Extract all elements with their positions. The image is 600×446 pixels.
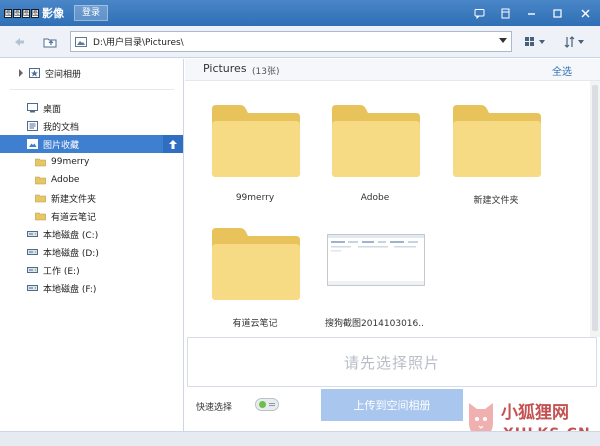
item-label: 新建文件夹: [473, 196, 519, 206]
grid-view-icon: [525, 37, 545, 46]
window-controls: [466, 0, 600, 26]
collapse-up-button[interactable]: [163, 135, 183, 153]
sidebar-item-label: 本地磁盘 (D:): [43, 248, 99, 259]
minimize-icon[interactable]: [518, 0, 544, 26]
up-arrow-icon: [169, 139, 177, 149]
logo-boxes: 图 图 图 图: [4, 8, 39, 18]
folder-icon: [212, 228, 300, 300]
quick-select-label: 快速选择: [196, 403, 233, 413]
screenshot-preview-icon: [328, 235, 424, 285]
app-logo: 图 图 图 图 影像: [4, 5, 64, 21]
folder-header: Pictures (13张) 全选: [185, 59, 600, 81]
path-input[interactable]: D:\用户目录\Pictures\: [70, 31, 512, 52]
toggle-grip-icon: [269, 403, 275, 406]
sidebar-item-label: Adobe: [51, 175, 80, 185]
item-label: 99merry: [235, 193, 275, 203]
folder-icon: [35, 194, 46, 203]
image-folder-icon: [75, 36, 87, 47]
title-bar: 图 图 图 图 影像 登录: [0, 0, 600, 26]
sidebar-item-label: 工作 (E:): [43, 266, 80, 277]
chat-icon[interactable]: [466, 0, 492, 26]
logo-box: 图: [31, 8, 39, 18]
sidebar-item-label: 99merry: [51, 157, 90, 167]
folder-item-adobe[interactable]: Adobe: [325, 103, 425, 223]
sidebar-item-drive-c[interactable]: 本地磁盘 (C:): [0, 225, 183, 243]
login-button[interactable]: 登录: [74, 5, 109, 21]
back-arrow-icon[interactable]: [12, 35, 26, 49]
image-thumbnail: [327, 234, 425, 286]
drive-icon: [27, 249, 38, 255]
folder-icon: [35, 212, 46, 221]
sidebar-divider: [10, 89, 174, 90]
folder-icon: [35, 176, 46, 185]
sidebar-item-pictures[interactable]: 图片收藏: [0, 135, 183, 153]
sidebar-item-label: 新建文件夹: [51, 194, 97, 205]
sidebar-item-desktop[interactable]: 桌面: [0, 99, 183, 117]
up-folder-icon[interactable]: [42, 34, 58, 50]
drop-hint: 请先选择照片: [343, 353, 440, 372]
folder-item-youdao[interactable]: 有道云笔记: [205, 226, 305, 346]
sidebar-item-label: 我的文档: [43, 122, 80, 133]
folder-title: Pictures: [203, 62, 247, 75]
upload-button[interactable]: 上传到空间相册: [321, 389, 463, 421]
view-mode-button[interactable]: [524, 35, 548, 49]
dropdown-arrow-icon[interactable]: [499, 38, 507, 44]
folder-icon: [332, 105, 420, 177]
sidebar-item-99merry[interactable]: 99merry: [0, 153, 183, 171]
skin-icon[interactable]: [492, 0, 518, 26]
select-all-link[interactable]: 全选: [552, 63, 572, 78]
app-title: 影像: [42, 7, 64, 20]
sidebar-item-new-folder[interactable]: 新建文件夹: [0, 189, 183, 207]
drive-icon: [27, 231, 38, 237]
photo-count: (13张): [252, 67, 280, 77]
logo-box: 图: [13, 8, 21, 18]
sidebar-item-drive-e[interactable]: 工作 (E:): [0, 261, 183, 279]
folder-icon: [453, 105, 541, 177]
item-label: Adobe: [360, 193, 390, 203]
item-label: 搜狗截图2014103016...: [325, 319, 425, 329]
quick-select-toggle[interactable]: [255, 398, 279, 411]
folder-item-new-folder[interactable]: 新建文件夹: [446, 103, 546, 223]
sidebar-item-album[interactable]: 空间相册: [0, 64, 183, 82]
logo-box: 图: [4, 8, 12, 18]
sort-button[interactable]: [563, 35, 587, 49]
path-text: D:\用户目录\Pictures\: [93, 38, 184, 48]
drive-icon: [27, 267, 38, 273]
close-icon[interactable]: [570, 0, 600, 26]
image-item-screenshot[interactable]: 搜狗截图2014103016...: [325, 226, 425, 346]
sidebar: 空间相册 桌面 我的文档 图片收藏 99merry Adobe 新建文件夹 有道…: [0, 59, 184, 431]
folder-item-99merry[interactable]: 99merry: [205, 103, 305, 223]
desktop-icon: [27, 103, 38, 113]
svg-text:小狐狸网: 小狐狸网: [501, 402, 569, 423]
item-label: 有道云笔记: [232, 319, 278, 329]
toggle-knob: [259, 401, 266, 408]
maximize-icon[interactable]: [544, 0, 570, 26]
sidebar-item-documents[interactable]: 我的文档: [0, 117, 183, 135]
status-bar: [0, 431, 600, 446]
folder-icon: [212, 105, 300, 177]
drive-icon: [27, 285, 38, 291]
sidebar-item-label: 本地磁盘 (C:): [43, 230, 99, 241]
sort-icon: [564, 36, 584, 48]
expand-arrow-icon[interactable]: [18, 69, 24, 77]
sidebar-item-label: 有道云笔记: [51, 212, 97, 223]
sidebar-item-label: 图片收藏: [43, 140, 80, 151]
sidebar-item-adobe[interactable]: Adobe: [0, 171, 183, 189]
address-toolbar: D:\用户目录\Pictures\: [0, 26, 600, 58]
sidebar-item-youdao[interactable]: 有道云笔记: [0, 207, 183, 225]
folder-icon: [35, 158, 46, 167]
logo-box: 图: [22, 8, 30, 18]
scrollbar-thumb[interactable]: [592, 85, 598, 331]
pictures-icon: [27, 139, 38, 149]
sidebar-item-drive-d[interactable]: 本地磁盘 (D:): [0, 243, 183, 261]
documents-icon: [27, 121, 38, 131]
sidebar-item-label: 本地磁盘 (F:): [43, 284, 97, 295]
sidebar-item-label: 桌面: [43, 104, 62, 115]
sidebar-item-drive-f[interactable]: 本地磁盘 (F:): [0, 279, 183, 297]
main-panel: Pictures (13张) 全选 99merry Adobe 新建文件夹 有道…: [185, 59, 600, 442]
sidebar-item-label: 空间相册: [45, 69, 82, 80]
album-icon: [29, 68, 40, 78]
selected-photos-panel: 请先选择照片: [187, 337, 597, 387]
